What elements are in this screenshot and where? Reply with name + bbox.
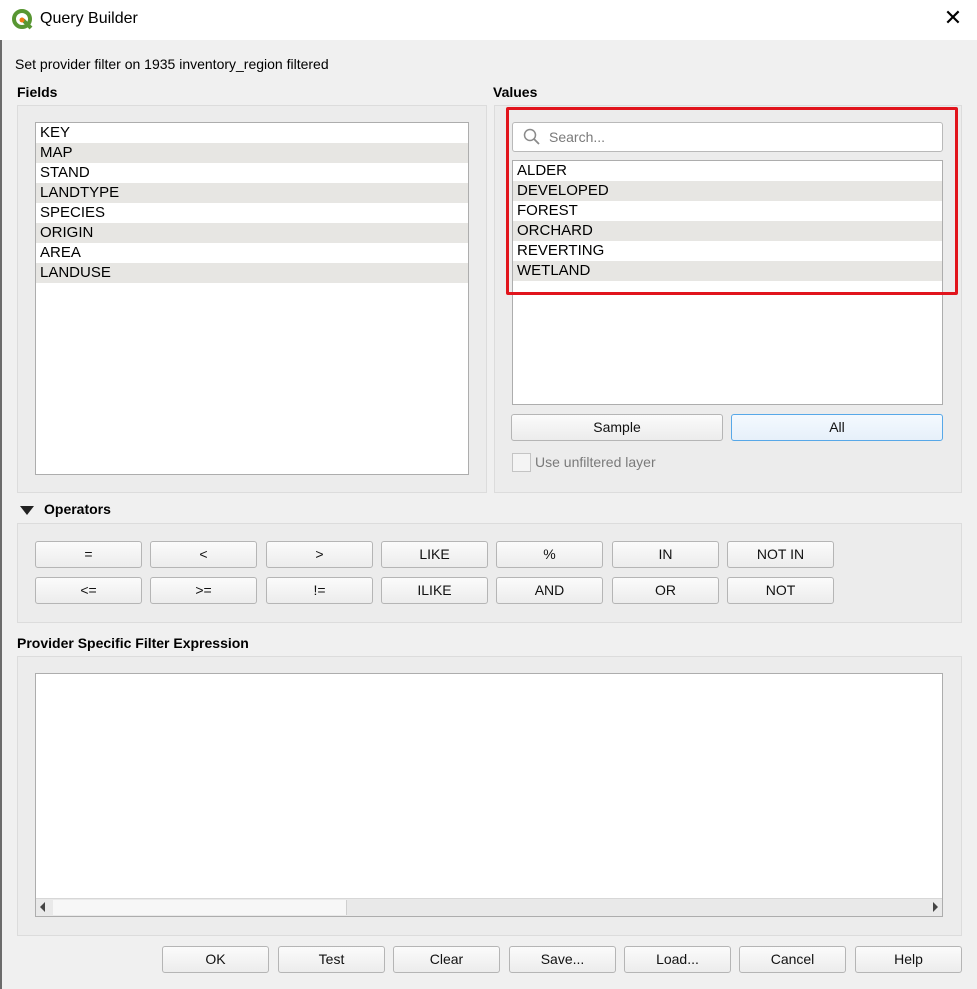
- operator-button[interactable]: ILIKE: [381, 577, 488, 604]
- operator-button[interactable]: NOT IN: [727, 541, 834, 568]
- list-item[interactable]: LANDTYPE: [36, 183, 468, 203]
- list-item[interactable]: ALDER: [513, 161, 942, 181]
- list-item[interactable]: AREA: [36, 243, 468, 263]
- close-icon[interactable]: ✕: [941, 6, 965, 30]
- list-item[interactable]: LANDUSE: [36, 263, 468, 283]
- list-item[interactable]: DEVELOPED: [513, 181, 942, 201]
- list-item[interactable]: WETLAND: [513, 261, 942, 281]
- load-button[interactable]: Load...: [624, 946, 731, 973]
- cancel-button[interactable]: Cancel: [739, 946, 846, 973]
- operator-button[interactable]: <=: [35, 577, 142, 604]
- dialog-subtitle: Set provider filter on 1935 inventory_re…: [15, 56, 329, 72]
- operator-button[interactable]: IN: [612, 541, 719, 568]
- list-item[interactable]: SPECIES: [36, 203, 468, 223]
- expression-text: [36, 674, 942, 682]
- list-item[interactable]: REVERTING: [513, 241, 942, 261]
- values-label: Values: [493, 84, 538, 100]
- window-title: Query Builder: [40, 10, 138, 27]
- list-item[interactable]: MAP: [36, 143, 468, 163]
- all-button[interactable]: All: [731, 414, 943, 441]
- clear-button[interactable]: Clear: [393, 946, 500, 973]
- operator-button[interactable]: NOT: [727, 577, 834, 604]
- values-search-input[interactable]: Search...: [512, 122, 943, 152]
- operators-group: [17, 523, 962, 623]
- scroll-left-icon[interactable]: [40, 902, 45, 912]
- expression-label: Provider Specific Filter Expression: [17, 635, 249, 651]
- search-icon: [523, 128, 540, 145]
- operator-button[interactable]: <: [150, 541, 257, 568]
- operator-button[interactable]: >=: [150, 577, 257, 604]
- fields-label: Fields: [17, 84, 58, 100]
- list-item[interactable]: STAND: [36, 163, 468, 183]
- use-unfiltered-label: Use unfiltered layer: [535, 454, 656, 470]
- operator-button[interactable]: =: [35, 541, 142, 568]
- fields-list[interactable]: KEY MAP STAND LANDTYPE SPECIES ORIGIN AREA LAND…: [35, 122, 469, 475]
- operator-button[interactable]: %: [496, 541, 603, 568]
- title-bar: Query Builder ✕: [0, 0, 977, 40]
- help-button[interactable]: Help: [855, 946, 962, 973]
- save-button[interactable]: Save...: [509, 946, 616, 973]
- list-item[interactable]: FOREST: [513, 201, 942, 221]
- qgis-logo-icon: [12, 9, 33, 30]
- operator-button[interactable]: LIKE: [381, 541, 488, 568]
- operator-button[interactable]: OR: [612, 577, 719, 604]
- use-unfiltered-checkbox[interactable]: [512, 453, 531, 472]
- operator-button[interactable]: AND: [496, 577, 603, 604]
- window-border: [0, 40, 2, 989]
- operator-button[interactable]: !=: [266, 577, 373, 604]
- horizontal-scrollbar[interactable]: [36, 898, 942, 916]
- scrollbar-thumb[interactable]: [53, 900, 347, 915]
- sample-button[interactable]: Sample: [511, 414, 723, 441]
- values-list[interactable]: ALDER DEVELOPED FOREST ORCHARD REVERTING WETL…: [512, 160, 943, 405]
- scroll-right-icon[interactable]: [933, 902, 938, 912]
- ok-button[interactable]: OK: [162, 946, 269, 973]
- list-item[interactable]: KEY: [36, 123, 468, 143]
- operator-button[interactable]: >: [266, 541, 373, 568]
- operators-label[interactable]: Operators: [44, 501, 111, 517]
- list-item[interactable]: ORCHARD: [513, 221, 942, 241]
- search-placeholder: Search...: [549, 129, 606, 145]
- test-button[interactable]: Test: [278, 946, 385, 973]
- list-item[interactable]: ORIGIN: [36, 223, 468, 243]
- collapse-triangle-icon[interactable]: [20, 506, 34, 515]
- filter-expression-textarea[interactable]: [35, 673, 943, 917]
